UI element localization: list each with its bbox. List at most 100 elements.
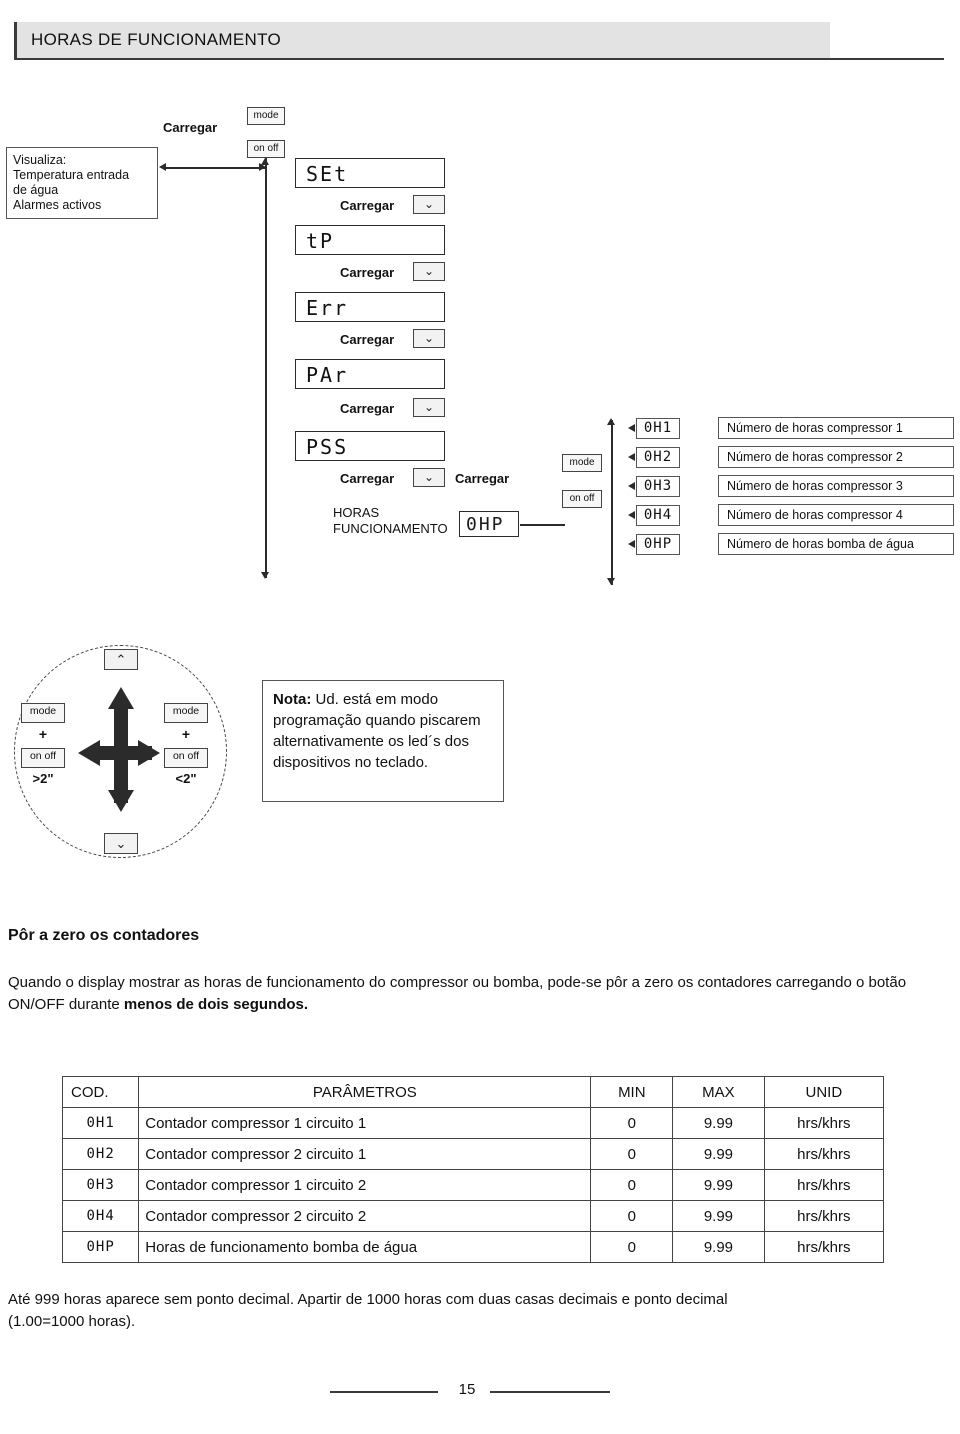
table-row: 0H1 Contador compressor 1 circuito 1 0 9… [61,1107,885,1139]
horas-funcionamento-line-1: HORAS [333,505,380,520]
carregar-label-top: Carregar [163,120,218,135]
display-tp-code: tP [306,229,335,253]
flow-arrow-line-to-visualiza [166,167,266,169]
display-pss: PSS [295,431,445,461]
page-title: HORAS DE FUNCIONAMENTO [31,30,281,49]
table-cell-max: 9.99 [672,1138,765,1170]
visualiza-line-2: Temperatura entrada [13,168,130,182]
footer-rule-left [330,1391,438,1393]
chevron-down-icon-2[interactable]: ⌄ [413,262,445,281]
visualiza-box: Visualiza: Temperatura entrada de água A… [6,147,158,219]
table-row: 0H3 Contador compressor 1 circuito 2 0 9… [61,1169,885,1201]
display-ohp-code: 0HP [466,514,505,535]
flow-spine-arrow-down [261,572,269,579]
key-mode-right[interactable]: mode [562,454,602,472]
keypad-mode-right[interactable]: mode [164,703,208,723]
table-cell-cod: 0H4 [61,1200,140,1232]
parameters-table: COD. PARÂMETROS MIN MAX UNID 0H1 Contado… [61,1076,885,1263]
reset-paragraph-bold: menos de dois segundos. [123,996,309,1013]
counter-arrow-1 [628,424,635,432]
counter-label-0h4: Número de horas compressor 4 [718,504,954,526]
nota-box: Nota: Ud. está em modo programação quand… [262,680,504,802]
display-err: Err [295,292,445,322]
table-row: 0H4 Contador compressor 2 circuito 2 0 9… [61,1200,885,1232]
table-cell-min: 0 [590,1200,674,1232]
carregar-label-3: Carregar [340,332,395,347]
table-cell-unid: hrs/khrs [763,1200,885,1232]
display-par-code: PAr [306,363,349,387]
table-cell-unid: hrs/khrs [763,1138,885,1170]
footnote-line-1: Até 999 horas aparece sem ponto decimal.… [8,1291,728,1308]
keypad-chevron-up-icon[interactable]: ⌃ [104,649,138,670]
carregar-label-4: Carregar [340,401,395,416]
counter-arrow-4 [628,511,635,519]
flow-arrow-head-left [159,163,166,171]
chevron-down-icon-3[interactable]: ⌄ [413,329,445,348]
table-header-unid: UNID [763,1076,885,1108]
table-cell-max: 9.99 [672,1231,765,1263]
flow-spine-vertical [265,158,267,578]
counters-spine-arrow-up [607,418,615,425]
table-cell-max: 9.99 [672,1169,765,1201]
counter-code-0h3: 0H3 [636,476,680,497]
table-row: 0H2 Contador compressor 2 circuito 1 0 9… [61,1138,885,1170]
visualiza-line-3: de água [13,183,59,197]
table-cell-cod: 0H3 [61,1169,140,1201]
carregar-label-2: Carregar [340,265,395,280]
section-title-reset: Pôr a zero os contadores [8,927,200,944]
flow-spine-arrow-up [261,158,269,165]
table-cell-param: Contador compressor 1 circuito 2 [138,1169,592,1201]
page-number: 15 [458,1381,476,1398]
chevron-down-icon-4[interactable]: ⌄ [413,398,445,417]
counter-label-0h1: Número de horas compressor 1 [718,417,954,439]
keypad-mode-left[interactable]: mode [21,703,65,723]
keypad-arrow-up-icon [108,687,134,709]
table-cell-cod: 0H2 [61,1138,140,1170]
key-mode-top[interactable]: mode [247,107,285,125]
header-divider [14,58,944,60]
footer-rule-right [490,1391,610,1393]
keypad-plus-left: + [38,726,48,742]
display-ohp: 0HP [459,511,519,537]
counter-label-0h3: Número de horas compressor 3 [718,475,954,497]
keypad-onoff-left[interactable]: on off [21,748,65,768]
table-cell-param: Contador compressor 2 circuito 1 [138,1138,592,1170]
table-cell-min: 0 [590,1231,674,1263]
table-header-cod: COD. [61,1076,140,1108]
table-cell-cod: 0H1 [61,1107,140,1139]
table-cell-unid: hrs/khrs [763,1107,885,1139]
display-err-code: Err [306,296,349,320]
keypad-gt2-label: >2" [32,771,54,786]
keypad-diagram: ⌃ ⌄ mode + on off >2" mode + on off <2" [14,645,229,860]
key-onoff-top[interactable]: on off [247,140,285,158]
counter-code-0h4: 0H4 [636,505,680,526]
display-par: PAr [295,359,445,389]
horas-funcionamento-label: HORAS FUNCIONAMENTO [333,505,448,537]
keypad-chevron-down-icon[interactable]: ⌄ [104,833,138,854]
counter-code-0hp: 0HP [636,534,680,555]
counter-arrow-3 [628,482,635,490]
horas-funcionamento-line-2: FUNCIONAMENTO [333,521,448,536]
carregar-label-right: Carregar [455,471,510,486]
counter-code-0h1: 0H1 [636,418,680,439]
footnote: Até 999 horas aparece sem ponto decimal.… [8,1289,948,1333]
table-cell-max: 9.99 [672,1107,765,1139]
counter-label-0hp: Número de horas bomba de água [718,533,954,555]
chevron-down-icon-5[interactable]: ⌄ [413,468,445,487]
table-header-min: MIN [590,1076,674,1108]
nota-bold-label: Nota: [273,691,312,708]
chevron-down-icon-1[interactable]: ⌄ [413,195,445,214]
table-cell-min: 0 [590,1169,674,1201]
carregar-label-5: Carregar [340,471,395,486]
keypad-onoff-right[interactable]: on off [164,748,208,768]
table-cell-param: Horas de funcionamento bomba de água [138,1231,592,1263]
table-header-max: MAX [672,1076,765,1108]
flow-connector-ohp [520,524,565,526]
counter-label-0h2: Número de horas compressor 2 [718,446,954,468]
key-onoff-right[interactable]: on off [562,490,602,508]
table-cell-cod: 0HP [61,1231,140,1263]
counter-arrow-5 [628,540,635,548]
keypad-lt2-label: <2" [175,771,197,786]
display-set-code: SEt [306,162,349,186]
table-row: 0HP Horas de funcionamento bomba de água… [61,1231,885,1263]
